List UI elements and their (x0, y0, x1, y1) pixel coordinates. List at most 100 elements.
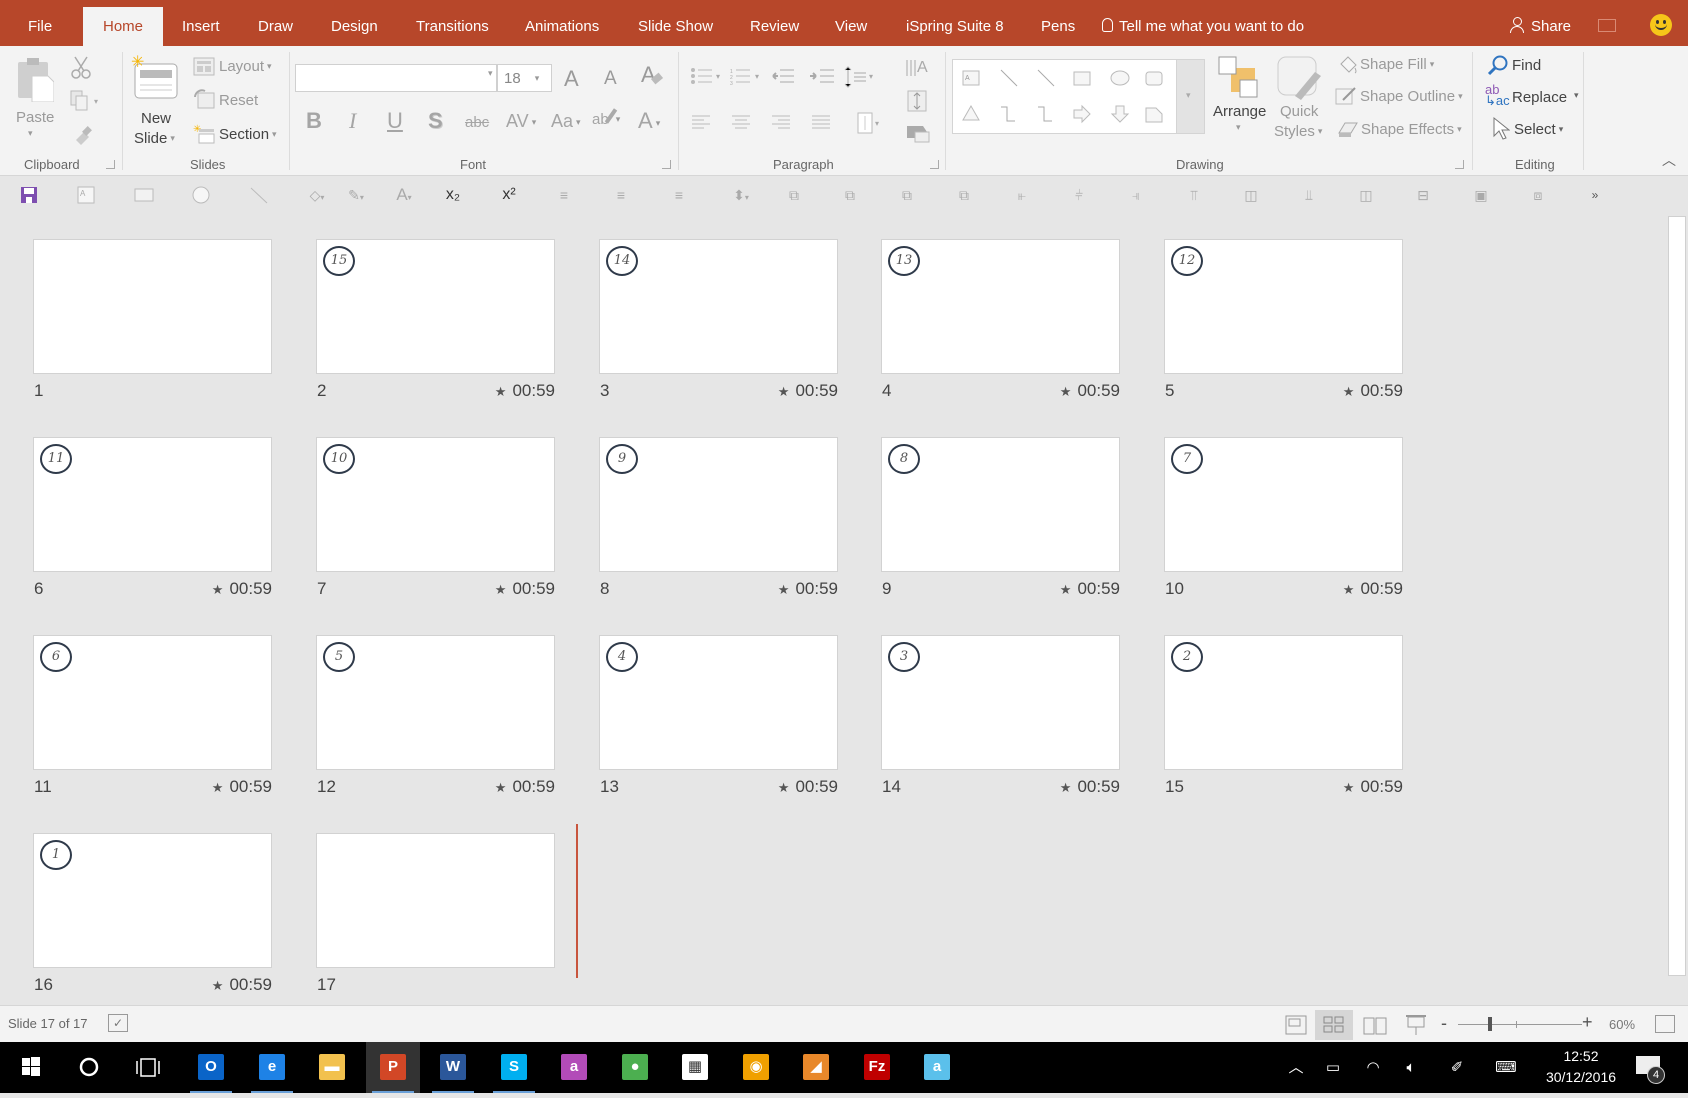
align-objects-center-icon[interactable]: ⫩ (1070, 186, 1088, 204)
taskbar-app-edge[interactable]: e (245, 1042, 299, 1093)
font-size-input[interactable]: 18 ▾ (497, 64, 552, 92)
subscript-button[interactable]: x₂ (441, 186, 465, 204)
align-objects-left-icon[interactable]: ⫦ (1013, 186, 1031, 204)
bold-button[interactable]: B (306, 108, 322, 134)
chevron-down-icon[interactable]: ▾ (1236, 122, 1241, 133)
oval-icon[interactable] (191, 186, 210, 204)
slide-show-button[interactable] (1397, 1010, 1435, 1040)
tab-slide-show[interactable]: Slide Show (638, 0, 713, 46)
drawing-dialog-launcher[interactable] (1455, 160, 1464, 169)
shape-outline-icon[interactable]: ✎▾ (341, 186, 371, 204)
text-color-icon[interactable]: A▾ (390, 186, 418, 204)
tab-file[interactable]: File (28, 0, 52, 46)
slide-thumbnail[interactable]: 10 (316, 437, 555, 572)
vertical-scrollbar[interactable] (1666, 213, 1688, 1005)
align-text-icon[interactable]: ⬍▾ (727, 186, 755, 204)
find-button[interactable]: Find (1512, 57, 1541, 74)
font-name-input[interactable] (295, 64, 497, 92)
wifi-icon[interactable]: ◠ (1360, 1042, 1386, 1093)
slide-thumbnail[interactable] (316, 833, 555, 968)
slide-thumbnail[interactable]: 2 (1164, 635, 1403, 770)
bring-to-front-icon[interactable]: ⧉ (841, 186, 859, 204)
slide-thumbnail[interactable]: 8 (881, 437, 1120, 572)
taskbar-app-word[interactable]: W (426, 1042, 480, 1093)
slide-thumbnail[interactable]: 4 (599, 635, 838, 770)
cut-icon[interactable] (70, 56, 92, 85)
distribute-horizontally-icon[interactable]: ◫ (1357, 186, 1375, 204)
paste-label[interactable]: Paste (16, 109, 54, 126)
share-button[interactable]: Share (1510, 0, 1571, 46)
align-center-icon[interactable]: ≡ (612, 186, 630, 204)
strikethrough-button[interactable]: abc (465, 114, 489, 131)
taskbar-app-powerpoint[interactable]: P (366, 1042, 420, 1093)
highlight-button[interactable]: ab ▾ (592, 108, 620, 128)
tab-ispring[interactable]: iSpring Suite 8 (906, 0, 1004, 46)
align-bottom-icon[interactable]: ⫫ (1300, 186, 1318, 204)
taskbar-app-chrome[interactable]: ● (608, 1042, 662, 1093)
spellcheck-icon[interactable]: ✓ (108, 1014, 128, 1032)
tab-home[interactable]: Home (83, 7, 164, 46)
section-button[interactable]: Section ▾ (219, 126, 277, 143)
zoom-in-button[interactable]: + (1582, 1012, 1593, 1033)
quick-styles-label-line2[interactable]: Styles ▾ (1274, 123, 1322, 140)
collapse-ribbon-icon[interactable]: ︿ (1662, 150, 1676, 170)
tab-view[interactable]: View (835, 0, 867, 46)
fit-to-window-icon[interactable] (1655, 1015, 1675, 1033)
align-right-icon[interactable]: ≡ (670, 186, 688, 204)
volume-icon[interactable]: 🔈︎ (1398, 1042, 1424, 1093)
arrange-icon[interactable] (1216, 54, 1264, 107)
align-top-icon[interactable]: ⫪ (1185, 186, 1203, 204)
align-text-icon[interactable] (905, 88, 935, 119)
tell-me-search[interactable]: Tell me what you want to do (1102, 0, 1304, 46)
pen-workspace-icon[interactable]: ✐ (1444, 1042, 1470, 1093)
start-button[interactable] (4, 1042, 58, 1093)
superscript-button[interactable]: x² (497, 186, 521, 204)
slide-thumbnail[interactable]: 3 (881, 635, 1120, 770)
taskbar-app-app-blue-a[interactable]: a (910, 1042, 964, 1093)
slide-thumbnail[interactable]: 7 (1164, 437, 1403, 572)
shape-fill-button[interactable]: Shape Fill ▾ (1360, 56, 1434, 73)
character-spacing-button[interactable]: AV ▾ (506, 111, 536, 132)
reading-view-button[interactable] (1356, 1010, 1394, 1040)
shape-fill-icon[interactable]: ◇▾ (303, 186, 331, 204)
zoom-slider-thumb[interactable] (1488, 1017, 1493, 1031)
change-case-button[interactable]: Aa ▾ (551, 111, 581, 132)
text-direction-icon[interactable]: A (905, 56, 935, 87)
ungroup-icon[interactable]: ⧈ (1529, 186, 1547, 204)
italic-button[interactable]: I (349, 108, 356, 134)
cortana-search-button[interactable] (62, 1042, 116, 1093)
font-dialog-launcher[interactable] (662, 160, 671, 169)
zoom-out-button[interactable]: - (1441, 1013, 1447, 1034)
slide-thumbnail[interactable]: 15 (316, 239, 555, 374)
align-left-icon[interactable]: ≡ (555, 186, 573, 204)
font-color-button[interactable]: A ▾ (638, 108, 660, 134)
paragraph-dialog-launcher[interactable] (930, 160, 939, 169)
convert-smartart-icon[interactable] (905, 122, 935, 151)
grow-font-button[interactable]: A (564, 66, 579, 92)
system-clock[interactable]: 12:52 30/12/2016 (1532, 1046, 1630, 1088)
textbox-icon[interactable]: A (77, 186, 95, 204)
slide-thumbnail[interactable]: 11 (33, 437, 272, 572)
touch-keyboard-icon[interactable]: ⌨ (1490, 1042, 1522, 1093)
shrink-font-button[interactable]: A (604, 68, 617, 90)
slide-thumbnail[interactable]: 14 (599, 239, 838, 374)
clear-formatting-button[interactable]: A (641, 62, 663, 88)
font-name-dropdown[interactable]: ▾ (488, 68, 493, 79)
new-slide-label-line2[interactable]: Slide ▾ (134, 130, 175, 147)
tab-review[interactable]: Review (750, 0, 799, 46)
paste-icon[interactable] (16, 56, 55, 103)
new-slide-icon[interactable]: ✳ (131, 54, 179, 105)
show-hidden-icons-button[interactable]: ︿ (1284, 1042, 1308, 1093)
slide-thumbnail[interactable]: 6 (33, 635, 272, 770)
battery-icon[interactable]: ▭ (1320, 1042, 1346, 1093)
replace-dropdown-caret[interactable]: ▾ (1574, 90, 1579, 101)
tab-animations[interactable]: Animations (525, 0, 599, 46)
slide-thumbnail[interactable]: 12 (1164, 239, 1403, 374)
send-to-back-icon[interactable]: ⧉ (955, 186, 973, 204)
taskbar-app-skype[interactable]: S (487, 1042, 541, 1093)
quick-styles-label-line1[interactable]: Quick (1280, 103, 1318, 120)
comments-icon[interactable] (1598, 19, 1616, 32)
slide-thumbnail[interactable]: 9 (599, 437, 838, 572)
select-button[interactable]: Select ▾ (1514, 121, 1563, 138)
taskbar-app-file-explorer[interactable]: ▬ (305, 1042, 359, 1093)
